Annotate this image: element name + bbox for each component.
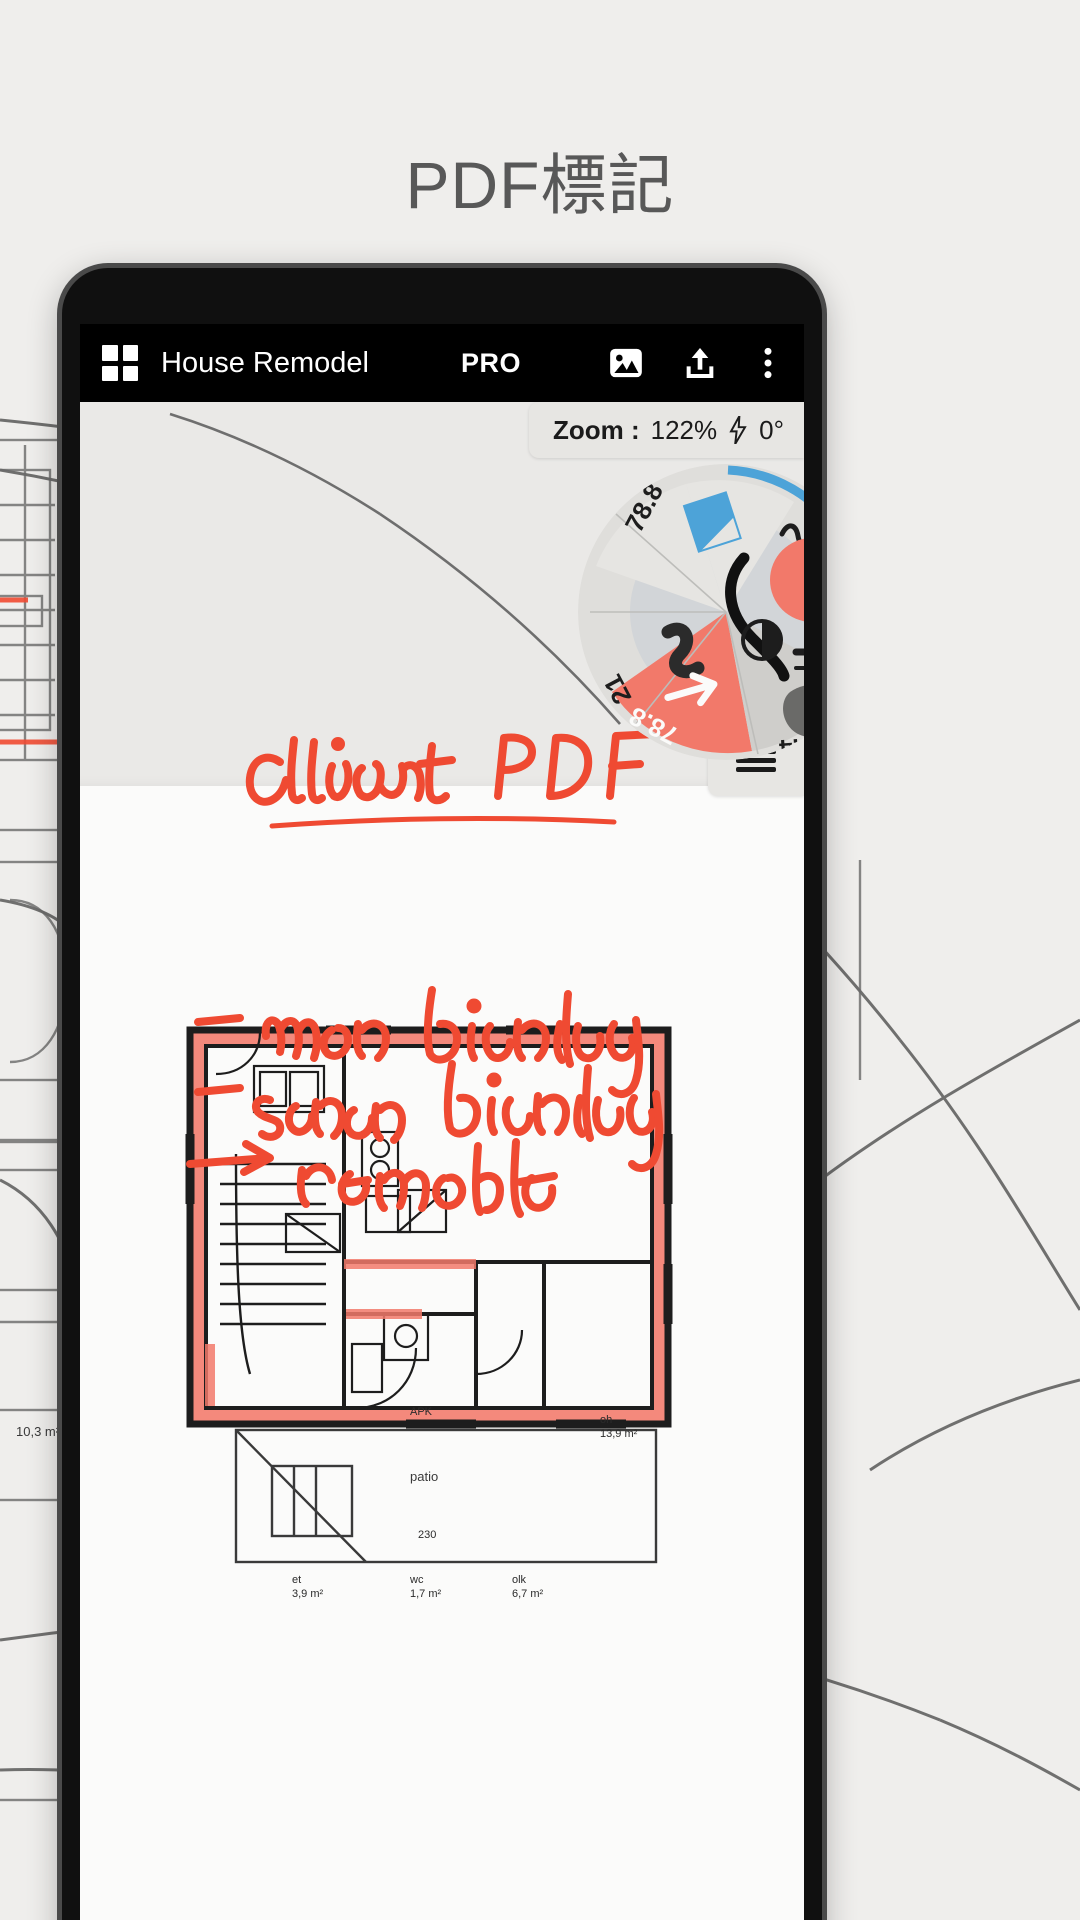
- document-title: House Remodel: [161, 346, 369, 379]
- phone-mockup: oh 13,9 m² et 3,9 m² wc 1,7 m² olk 6,7 m…: [62, 268, 822, 1920]
- app-bar-actions: [606, 343, 804, 383]
- app-bar: House Remodel PRO: [80, 324, 804, 402]
- zoom-status-bar[interactable]: Zoom : 122% 0°: [528, 402, 804, 458]
- wheel-label-grey: 8.4: [778, 732, 804, 761]
- mark-apk: APK: [410, 1406, 433, 1418]
- promo-page: PDF標記 oh 13,9 m² et 3,9 m² wc 1,7 m² olk…: [0, 0, 1080, 1920]
- radial-tool-wheel[interactable]: 78.8 21 78.8 8.4: [576, 462, 804, 762]
- overflow-menu-icon[interactable]: [754, 343, 782, 383]
- background-area-note: 10,3 m²: [16, 1424, 61, 1439]
- mark-230: 230: [418, 1529, 437, 1541]
- rotation-value: 0°: [759, 414, 784, 445]
- export-upload-icon[interactable]: [680, 343, 720, 383]
- room-label-olk: olk 6,7 m²: [512, 1574, 544, 1600]
- room-label-oh: oh 13,9 m²: [600, 1414, 638, 1440]
- room-label-patio: patio: [410, 1469, 439, 1484]
- image-icon[interactable]: [606, 343, 646, 383]
- zoom-value: 122%: [650, 414, 718, 445]
- phone-screen: oh 13,9 m² et 3,9 m² wc 1,7 m² olk 6,7 m…: [80, 324, 804, 1920]
- room-label-et: et 3,9 m²: [292, 1574, 324, 1600]
- room-label-wc: wc 1,7 m²: [410, 1574, 442, 1600]
- annotation-bullet-lines: [186, 986, 664, 1218]
- page-title: PDF標記: [405, 148, 675, 222]
- grid-apps-icon[interactable]: [102, 345, 138, 381]
- flash-icon: [729, 416, 747, 444]
- zoom-label: Zoom :: [552, 414, 640, 445]
- pro-badge: PRO: [460, 347, 521, 378]
